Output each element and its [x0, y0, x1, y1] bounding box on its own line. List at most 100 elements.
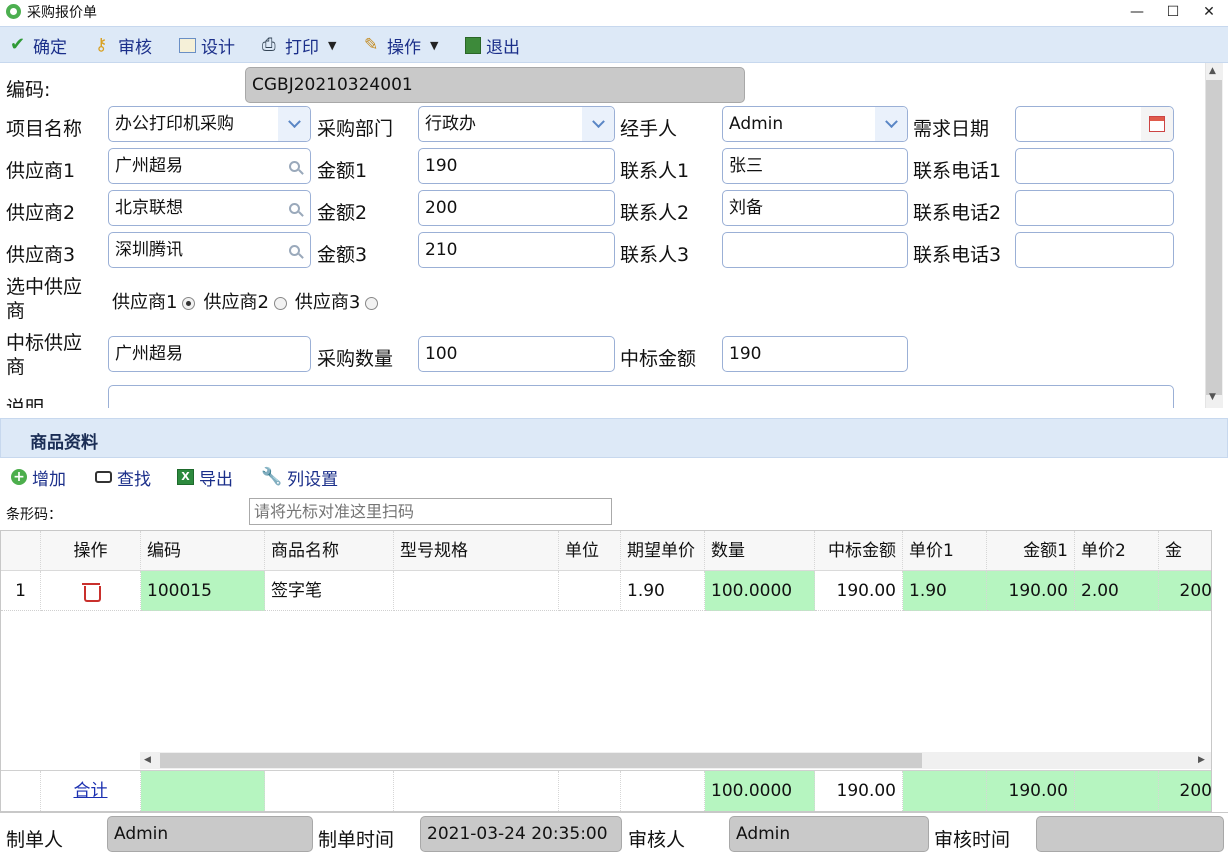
calendar-icon[interactable] [1141, 107, 1173, 141]
desc-label: 说明 [6, 397, 45, 408]
win-amount-field[interactable]: 190 [722, 336, 908, 372]
chevron-down-icon[interactable] [875, 107, 907, 141]
barcode-input[interactable] [249, 498, 612, 525]
radio-supplier-1[interactable]: 供应商1 [112, 288, 196, 314]
cell-win-amount[interactable]: 190.00 [815, 571, 903, 611]
binoculars-icon [95, 471, 112, 483]
export-button[interactable]: X 导出 [177, 466, 233, 490]
phone-3-field[interactable] [1015, 232, 1174, 268]
grid-scroll-thumb[interactable] [160, 753, 922, 768]
maker-label: 制单人 [6, 829, 64, 851]
grid-header-5[interactable]: 期望单价 [621, 531, 705, 571]
confirm-button[interactable]: ✔ 确定 [10, 33, 67, 58]
search-icon[interactable] [278, 233, 310, 267]
grid-header-1[interactable]: 编码 [141, 531, 265, 571]
row-delete[interactable] [41, 571, 141, 611]
supplier-2-label: 供应商2 [6, 202, 76, 224]
cell-amount1[interactable]: 190.00 [987, 571, 1075, 611]
cell-spec[interactable] [394, 571, 559, 611]
amount-2-field[interactable]: 200 [418, 190, 615, 226]
column-settings-button[interactable]: 🔧 列设置 [261, 466, 338, 490]
supplier-2-field[interactable]: 北京联想 [108, 190, 311, 226]
grid-header-6[interactable]: 数量 [705, 531, 815, 571]
grid-header-9[interactable]: 金额1 [987, 531, 1075, 571]
key-icon: ⚷ [95, 35, 108, 55]
grid-header-0[interactable]: 操作 [41, 531, 141, 571]
phone-2-field[interactable] [1015, 190, 1174, 226]
chevron-down-icon[interactable] [582, 107, 614, 141]
row-index[interactable]: 1 [1, 571, 41, 611]
qty-label: 采购数量 [317, 348, 394, 370]
search-icon[interactable] [278, 149, 310, 183]
selected-supplier-label: 选中供应 商 [6, 276, 83, 322]
cell-code[interactable]: 100015 [141, 571, 265, 611]
project-label: 项目名称 [6, 118, 83, 140]
project-select[interactable]: 办公打印机采购 [108, 106, 311, 142]
contact-1-field[interactable]: 张三 [722, 148, 908, 184]
maximize-button[interactable]: ☐ [1158, 2, 1188, 22]
total-qty: 100.0000 [705, 771, 815, 811]
contact-2-field[interactable]: 刘备 [722, 190, 908, 226]
goods-section-header [0, 418, 1228, 458]
trash-icon[interactable] [81, 581, 101, 602]
cell-price1[interactable]: 1.90 [903, 571, 987, 611]
total-empty-cell [1, 771, 41, 811]
dept-select[interactable]: 行政办 [418, 106, 615, 142]
operate-button[interactable]: ✎ 操作 ▼ [364, 33, 438, 58]
checkmark-icon: ✔ [10, 34, 26, 55]
grid-header-3[interactable]: 型号规格 [394, 531, 559, 571]
supplier-1-field[interactable]: 广州超易 [108, 148, 311, 184]
amount-3-label: 金额3 [317, 244, 368, 266]
form-scroll-thumb[interactable] [1206, 80, 1222, 395]
dept-label: 采购部门 [317, 118, 394, 140]
amount-3-field[interactable]: 210 [418, 232, 615, 268]
grid-header-8[interactable]: 单价1 [903, 531, 987, 571]
cell-qty[interactable]: 100.0000 [705, 571, 815, 611]
qty-field[interactable]: 100 [418, 336, 615, 372]
total-win-amount: 190.00 [815, 771, 903, 811]
radio-supplier-2[interactable]: 供应商2 [203, 288, 287, 314]
grid-header-7[interactable]: 中标金额 [815, 531, 903, 571]
total-amount2: 200 [1159, 771, 1211, 811]
grid-header-11[interactable]: 金 [1159, 531, 1211, 571]
cell-name[interactable]: 签字笔 [265, 571, 394, 611]
winner-supplier-field[interactable]: 广州超易 [108, 336, 311, 372]
cell-amount2[interactable]: 200 [1159, 571, 1211, 611]
grid-header-4[interactable]: 单位 [559, 531, 621, 571]
amount-1-field[interactable]: 190 [418, 148, 615, 184]
scroll-down-icon[interactable]: ▼ [1209, 392, 1216, 402]
total-label[interactable]: 合计 [41, 771, 141, 811]
contact-3-field[interactable] [722, 232, 908, 268]
close-button[interactable]: ✕ [1194, 2, 1224, 22]
grid-header-2[interactable]: 商品名称 [265, 531, 394, 571]
find-button[interactable]: 查找 [95, 466, 151, 490]
header-form: 编码: CGBJ20210324001 项目名称 办公打印机采购 采购部门 行政… [0, 63, 1205, 408]
wrench-icon: 🔧 [261, 467, 283, 487]
add-button[interactable]: + 增加 [11, 466, 66, 490]
minimize-button[interactable]: — [1122, 2, 1152, 22]
design-button[interactable]: 设计 [179, 33, 235, 58]
phone-1-field[interactable] [1015, 148, 1174, 184]
exit-button[interactable]: 退出 [465, 33, 520, 58]
cell-unit[interactable] [559, 571, 621, 611]
plus-icon: + [11, 469, 27, 485]
search-icon[interactable] [278, 191, 310, 225]
print-button[interactable]: ⎙ 打印 ▼ [262, 33, 336, 58]
scroll-up-icon[interactable]: ▲ [1209, 66, 1216, 76]
desc-field[interactable] [108, 385, 1174, 408]
scroll-left-icon[interactable]: ◀ [144, 755, 151, 765]
grid-header-10[interactable]: 单价2 [1075, 531, 1159, 571]
radio-supplier-3[interactable]: 供应商3 [295, 288, 379, 314]
total-divider [1, 770, 1211, 771]
footer-divider [0, 812, 1228, 813]
supplier-3-field[interactable]: 深圳腾讯 [108, 232, 311, 268]
chevron-down-icon[interactable] [278, 107, 310, 141]
excel-icon: X [177, 469, 194, 485]
need-date-field[interactable] [1015, 106, 1174, 142]
cell-price2[interactable]: 2.00 [1075, 571, 1159, 611]
handler-select[interactable]: Admin [722, 106, 908, 142]
audit-button[interactable]: ⚷ 审核 [95, 33, 152, 58]
goods-section-title: 商品资料 [30, 433, 98, 453]
cell-expect-price[interactable]: 1.90 [621, 571, 705, 611]
scroll-right-icon[interactable]: ▶ [1198, 755, 1205, 765]
